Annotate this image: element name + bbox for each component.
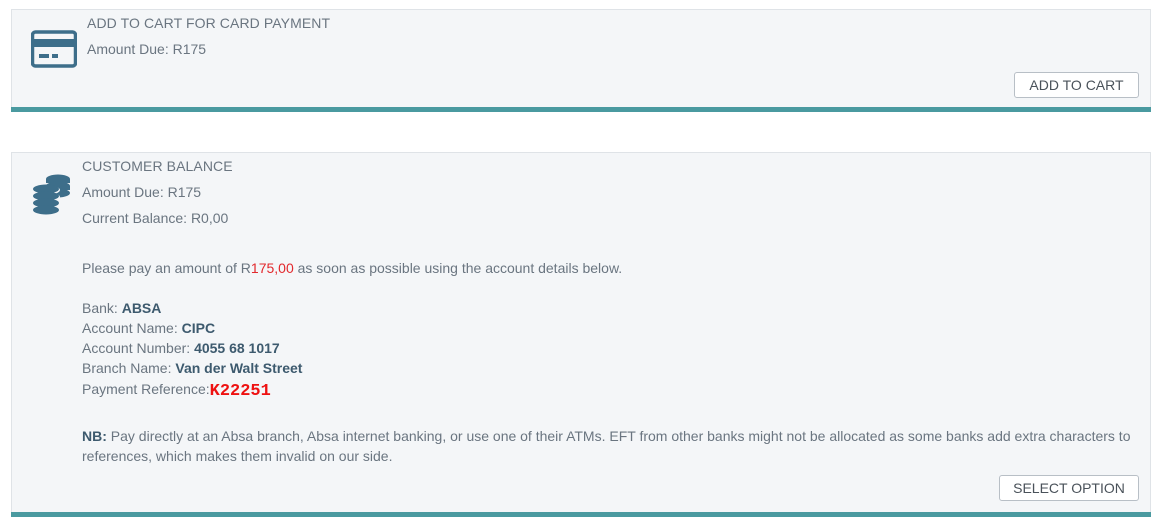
credit-card-icon [30, 30, 78, 73]
branch-name-label: Branch Name: [82, 360, 176, 376]
branch-name-row: Branch Name: Van der Walt Street [82, 358, 1132, 378]
account-name-label: Account Name: [82, 320, 182, 336]
payment-instruction: Please pay an amount of R175,00 as soon … [82, 258, 1132, 278]
payment-reference-value: K22251 [209, 382, 271, 401]
customer-balance-title: CUSTOMER BALANCE [82, 158, 233, 174]
account-name-row: Account Name: CIPC [82, 318, 1132, 338]
card-payment-amount-due: Amount Due: R175 [87, 41, 207, 57]
instruction-amount: 175,00 [250, 260, 294, 276]
current-balance: Current Balance: R0,00 [82, 210, 229, 226]
bank-row: Bank: ABSA [82, 298, 1132, 318]
nb-label: NB: [82, 428, 107, 444]
instruction-prefix: Please pay an amount of [82, 260, 241, 276]
instruction-currency: R [240, 260, 251, 276]
nb-note: NB: Pay directly at an Absa branch, Absa… [82, 426, 1132, 466]
branch-name-value: Van der Walt Street [175, 360, 303, 376]
add-to-cart-button[interactable]: ADD TO CART [1014, 72, 1139, 98]
customer-balance-panel: CUSTOMER BALANCE Amount Due: R175 Curren… [11, 152, 1151, 517]
select-option-button[interactable]: SELECT OPTION [999, 475, 1139, 501]
card-payment-title: ADD TO CART FOR CARD PAYMENT [87, 15, 331, 31]
bank-value: ABSA [121, 300, 162, 316]
coins-stack-icon [30, 173, 74, 220]
payment-reference-row: Payment Reference:K22251 [82, 379, 1132, 402]
account-number-label: Account Number: [82, 340, 195, 356]
bank-label: Bank: [82, 300, 122, 316]
nb-text: Pay directly at an Absa branch, Absa int… [82, 428, 1131, 464]
account-number-row: Account Number: 4055 68 1017 [82, 338, 1132, 358]
customer-balance-amount-due: Amount Due: R175 [82, 184, 202, 200]
payment-reference-label: Payment Reference: [82, 381, 210, 397]
bank-details: Bank: ABSA Account Name: CIPC Account Nu… [82, 298, 1132, 402]
account-name-value: CIPC [181, 320, 216, 336]
instruction-suffix: as soon as possible using the account de… [293, 260, 623, 276]
card-payment-panel: ADD TO CART FOR CARD PAYMENT Amount Due:… [11, 9, 1151, 112]
account-number-value: 4055 68 1017 [194, 340, 280, 356]
